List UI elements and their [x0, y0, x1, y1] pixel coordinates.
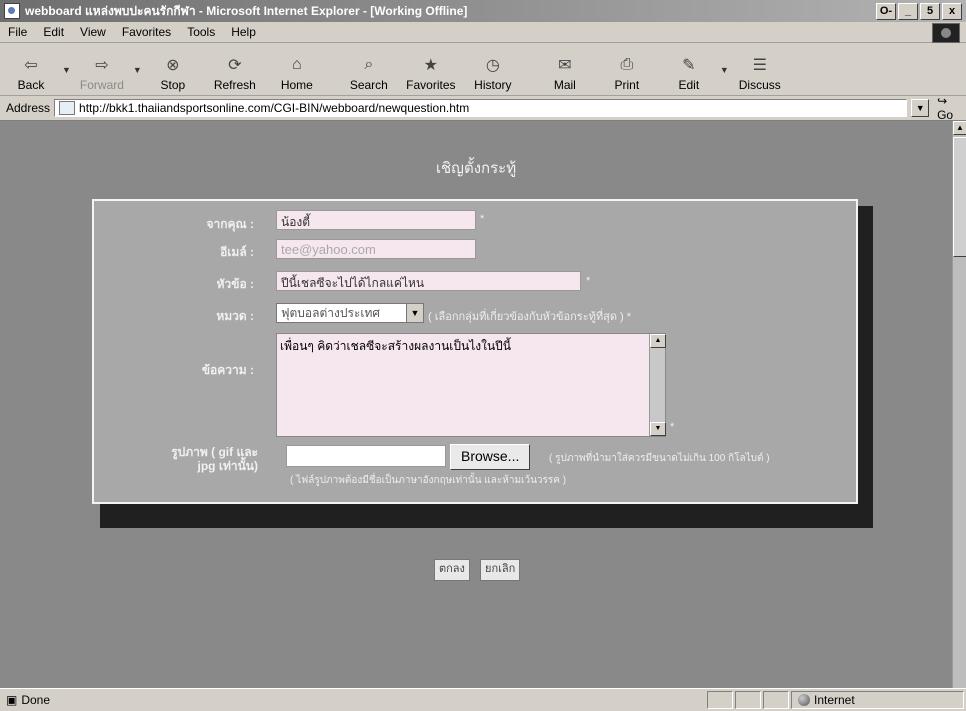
- menu-bar: File Edit View Favorites Tools Help: [0, 22, 966, 43]
- refresh-icon: ⟳: [228, 57, 242, 74]
- cancel-button[interactable]: ยกเลิก: [480, 559, 521, 581]
- maximize-button[interactable]: 5: [920, 2, 940, 20]
- page-done-icon: ▣: [6, 693, 18, 707]
- menu-file[interactable]: File: [0, 25, 35, 39]
- menu-favorites[interactable]: Favorites: [114, 25, 179, 39]
- back-button[interactable]: ⇦ Back: [0, 45, 62, 95]
- scroll-up-icon[interactable]: ▲: [953, 121, 966, 135]
- menu-edit[interactable]: Edit: [35, 25, 72, 39]
- toolbar-dropdown-button[interactable]: O-: [876, 2, 896, 20]
- history-icon: ◷: [485, 57, 500, 74]
- status-panel: [707, 691, 733, 709]
- window-titlebar: webboard แหล่งพบปะคนรักกีฬา - Microsoft …: [0, 0, 966, 22]
- forward-button[interactable]: ⇨ Forward: [71, 45, 133, 95]
- window-title: webboard แหล่งพบปะคนรักกีฬา - Microsoft …: [25, 3, 468, 18]
- address-input[interactable]: http://bkk1.thaiiandsportsonline.com/CGI…: [54, 99, 908, 117]
- standard-toolbar: ⇦ Back ▼ ⇨ Forward ▼ ⊗ Stop ⟳ Refresh ⌂ Home …: [0, 43, 966, 96]
- search-button[interactable]: ⌕ Search: [338, 45, 400, 95]
- edit-button[interactable]: ✎ Edit: [658, 45, 720, 95]
- edit-icon: ✎: [682, 57, 696, 74]
- new-topic-form: จากคุณ : น้องตี้ * อีเมล์ : tee@yahoo.co…: [92, 199, 858, 504]
- page-title: เชิญตั้งกระทู้: [435, 160, 517, 177]
- name-label: จากคุณ :: [206, 217, 254, 231]
- subject-input[interactable]: ปีนี้เชลซีจะไปได้ไกลแค่ไหน: [276, 271, 581, 291]
- message-text: เพื่อนๆ คิดว่าเชลซีจะสร้างผลงานเป็นไงในป…: [280, 339, 511, 353]
- forward-dropdown-icon[interactable]: ▼: [133, 65, 142, 75]
- message-label: ข้อความ :: [201, 363, 254, 377]
- refresh-button[interactable]: ⟳ Refresh: [204, 45, 266, 95]
- print-button[interactable]: ⎙ Print: [596, 45, 658, 95]
- stop-button[interactable]: ⊗ Stop: [142, 45, 204, 95]
- page-icon: [59, 101, 76, 115]
- favorites-icon: ★: [423, 57, 439, 74]
- internet-globe-icon: [798, 694, 810, 706]
- discuss-icon: ☰: [752, 57, 767, 74]
- status-text: ▣ Done: [0, 693, 707, 707]
- message-required-mark: *: [670, 421, 675, 433]
- address-label: Address: [6, 101, 51, 115]
- back-dropdown-icon[interactable]: ▼: [62, 65, 71, 75]
- status-bar: ▣ Done Internet: [0, 688, 966, 711]
- message-textarea[interactable]: เพื่อนๆ คิดว่าเชลซีจะสร้างผลงานเป็นไงในป…: [276, 333, 666, 437]
- category-value: ฟุตบอลต่างประเทศ: [281, 305, 380, 320]
- zone-label: Internet: [814, 693, 855, 707]
- mail-button[interactable]: ✉ Mail: [534, 45, 596, 95]
- scroll-up-icon[interactable]: ▲: [650, 334, 666, 348]
- name-input[interactable]: น้องตี้: [276, 210, 476, 230]
- home-button[interactable]: ⌂ Home: [266, 45, 328, 95]
- menu-help[interactable]: Help: [223, 25, 264, 39]
- ie-icon: [4, 3, 20, 19]
- edit-dropdown-icon[interactable]: ▼: [720, 65, 729, 75]
- address-dropdown-icon[interactable]: ▼: [911, 99, 930, 117]
- menu-tools[interactable]: Tools: [179, 25, 223, 39]
- subject-required-mark: *: [586, 275, 591, 287]
- category-hint: ( เลือกกลุ่มที่เกี่ยวข้องกับหัวข้อกระทู้…: [428, 311, 632, 323]
- name-required-mark: *: [480, 213, 485, 225]
- menu-view[interactable]: View: [72, 25, 114, 39]
- status-panel: [735, 691, 761, 709]
- image-size-hint: ( รูปภาพที่นำมาใส่ควรมีขนาดไม่เกิน 100 ก…: [549, 453, 770, 464]
- subject-label: หัวข้อ :: [216, 277, 254, 291]
- image-label: รูปภาพ ( gif และ jpg เท่านั้น): [171, 445, 258, 473]
- security-zone: Internet: [791, 691, 964, 709]
- go-button[interactable]: ↪ Go: [937, 94, 966, 122]
- minimize-button[interactable]: _: [898, 2, 918, 20]
- search-icon: ⌕: [364, 56, 374, 73]
- message-scrollbar[interactable]: ▲ ▼: [649, 334, 666, 436]
- status-label: Done: [21, 693, 51, 707]
- windows-logo-icon: [932, 23, 960, 43]
- favorites-button[interactable]: ★ Favorites: [400, 45, 462, 95]
- category-label: หมวด :: [216, 309, 254, 323]
- go-label: Go: [937, 108, 954, 122]
- address-bar: Address http://bkk1.thaiiandsportsonline…: [0, 94, 966, 122]
- address-url: http://bkk1.thaiiandsportsonline.com/CGI…: [79, 101, 470, 115]
- email-input[interactable]: tee@yahoo.com: [276, 239, 476, 259]
- print-icon: ⎙: [620, 56, 634, 73]
- browse-button[interactable]: Browse...: [450, 444, 531, 470]
- discuss-button[interactable]: ☰ Discuss: [729, 45, 791, 95]
- close-button[interactable]: x: [942, 2, 962, 20]
- history-button[interactable]: ◷ History: [462, 45, 524, 95]
- forward-arrow-icon: ⇨: [95, 57, 109, 74]
- page-content: เชิญตั้งกระทู้ จากคุณ : น้องตี้ * อีเมล์…: [0, 121, 952, 688]
- stop-icon: ⊗: [166, 57, 180, 74]
- chevron-down-icon: ▼: [406, 304, 423, 322]
- scroll-down-icon[interactable]: ▼: [650, 422, 666, 436]
- scroll-thumb[interactable]: [953, 137, 966, 257]
- image-name-hint: ( ไฟล์รูปภาพต้องมีชื่อเป็นภาษาอังกฤษเท่า…: [290, 475, 567, 486]
- page-scrollbar[interactable]: ▲: [952, 121, 966, 688]
- image-file-input[interactable]: [286, 445, 446, 467]
- home-icon: ⌂: [292, 56, 302, 73]
- email-label: อีเมล์ :: [220, 245, 254, 259]
- status-panel: [763, 691, 789, 709]
- back-arrow-icon: ⇦: [24, 57, 38, 74]
- mail-icon: ✉: [558, 57, 572, 74]
- category-select[interactable]: ฟุตบอลต่างประเทศ ▼: [276, 303, 424, 323]
- submit-button[interactable]: ตกลง: [434, 559, 470, 581]
